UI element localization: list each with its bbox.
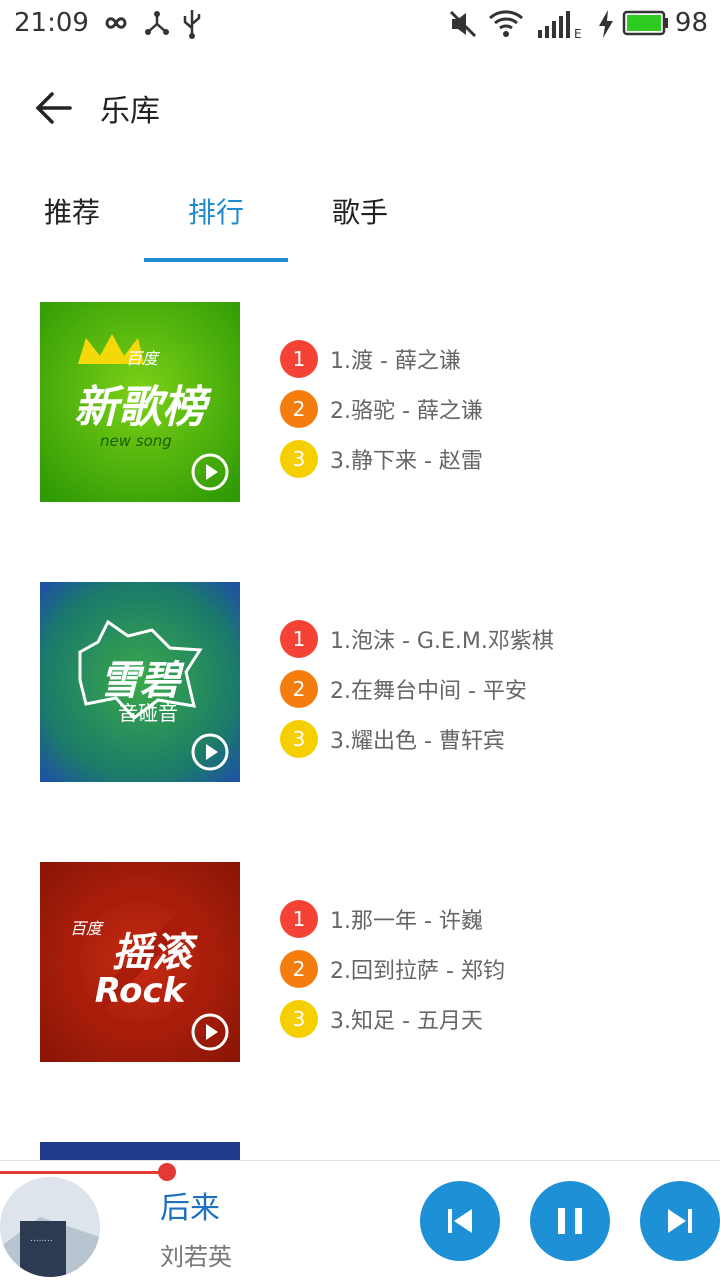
chart-item[interactable]: 百度 摇滚 Rock 1 1.那一年 - 许巍 2 2.回到拉萨 - 郑钧 3 … xyxy=(0,862,720,1062)
chart-item[interactable]: 雪碧 音碰音 1 1.泡沫 - G.E.M.邓紫棋 2 2.在舞台中间 - 平安… xyxy=(0,582,720,782)
pause-button[interactable] xyxy=(530,1181,610,1261)
song-row[interactable]: 3 3.耀出色 - 曹轩宾 xyxy=(280,714,700,764)
mini-player: ........ 后来 刘若英 xyxy=(0,1160,720,1281)
tab-indicator xyxy=(144,258,288,262)
rank-badge: 1 xyxy=(280,340,318,378)
next-button[interactable] xyxy=(640,1181,720,1261)
song-text: 1.渡 - 薛之谦 xyxy=(330,349,461,374)
tab-bar: 推荐 排行 歌手 xyxy=(0,182,720,262)
svg-text:........: ........ xyxy=(30,1234,53,1244)
song-list: 1 1.渡 - 薛之谦 2 2.骆驼 - 薛之谦 3 3.静下来 - 赵雷 xyxy=(280,334,700,484)
song-row[interactable]: 2 2.回到拉萨 - 郑钧 xyxy=(280,944,700,994)
cover-sub-text: new song xyxy=(100,432,172,450)
cover-brand-text: 百度 xyxy=(70,919,105,938)
new-song-cover[interactable]: 百度 新歌榜 new song xyxy=(40,302,240,502)
rank-badge: 1 xyxy=(280,620,318,658)
song-row[interactable]: 3 3.静下来 - 赵雷 xyxy=(280,434,700,484)
rank-badge: 2 xyxy=(280,670,318,708)
page-title: 乐库 xyxy=(100,94,160,129)
cover-sub-text: 音碰音 xyxy=(118,701,178,725)
song-row[interactable]: 1 1.那一年 - 许巍 xyxy=(280,894,700,944)
tab-recommend[interactable]: 推荐 xyxy=(0,182,144,262)
play-icon[interactable] xyxy=(190,452,230,492)
cover-title-text: 新歌榜 xyxy=(74,382,212,433)
chart-item[interactable]: 百度 新歌榜 new song 1 1.渡 - 薛之谦 2 2.骆驼 - 薛之谦… xyxy=(0,302,720,502)
mute-icon xyxy=(449,10,477,38)
song-row[interactable]: 2 2.在舞台中间 - 平安 xyxy=(280,664,700,714)
song-text: 2.骆驼 - 薛之谦 xyxy=(330,399,483,424)
play-icon[interactable] xyxy=(190,1012,230,1052)
cover-brand-text: 百度 xyxy=(126,349,161,368)
wifi-icon xyxy=(489,10,523,37)
song-text: 1.那一年 - 许巍 xyxy=(330,909,483,934)
battery-percent: 98 xyxy=(674,8,708,38)
previous-icon xyxy=(448,1209,472,1233)
pause-icon xyxy=(558,1208,582,1234)
battery-icon xyxy=(622,10,668,36)
progress-knob[interactable] xyxy=(158,1163,176,1181)
cover-title-text: 摇滚 xyxy=(112,930,198,976)
title-bar: 乐库 xyxy=(0,60,720,156)
previous-button[interactable] xyxy=(420,1181,500,1261)
cover-title-text: 雪碧 xyxy=(100,658,185,704)
rank-badge: 2 xyxy=(280,950,318,988)
cover-sub-text: Rock xyxy=(95,971,188,1011)
rank-badge: 3 xyxy=(280,720,318,758)
status-time: 21:09 xyxy=(14,8,89,38)
status-bar: 21:09 E 98 xyxy=(0,0,720,50)
network-share-icon xyxy=(145,11,169,35)
song-text: 3.静下来 - 赵雷 xyxy=(330,449,483,474)
rock-cover[interactable]: 百度 摇滚 Rock xyxy=(40,862,240,1062)
now-playing-artist: 刘若英 xyxy=(160,1243,232,1271)
song-list: 1 1.泡沫 - G.E.M.邓紫棋 2 2.在舞台中间 - 平安 3 3.耀出… xyxy=(280,614,700,764)
signal-icon: E xyxy=(538,11,582,40)
song-text: 1.泡沫 - G.E.M.邓紫棋 xyxy=(330,629,554,654)
svg-text:E: E xyxy=(574,27,582,40)
rank-badge: 2 xyxy=(280,390,318,428)
rank-badge: 3 xyxy=(280,440,318,478)
sprite-cover[interactable]: 雪碧 音碰音 xyxy=(40,582,240,782)
back-arrow-icon[interactable] xyxy=(30,84,78,132)
next-icon xyxy=(668,1209,692,1233)
song-text: 2.在舞台中间 - 平安 xyxy=(330,679,527,704)
song-text: 3.知足 - 五月天 xyxy=(330,1009,483,1034)
play-icon[interactable] xyxy=(190,732,230,772)
charging-icon xyxy=(599,10,613,38)
song-row[interactable]: 3 3.知足 - 五月天 xyxy=(280,994,700,1044)
album-art[interactable]: ........ xyxy=(0,1177,100,1277)
now-playing-title[interactable]: 后来 xyxy=(160,1183,220,1227)
song-row[interactable]: 2 2.骆驼 - 薛之谦 xyxy=(280,384,700,434)
usb-icon xyxy=(183,10,201,39)
rank-badge: 3 xyxy=(280,1000,318,1038)
infinity-icon xyxy=(105,17,127,29)
song-text: 3.耀出色 - 曹轩宾 xyxy=(330,729,505,754)
tab-ranking[interactable]: 排行 xyxy=(144,182,288,262)
song-text: 2.回到拉萨 - 郑钧 xyxy=(330,959,505,984)
tab-singers[interactable]: 歌手 xyxy=(288,182,432,262)
progress-bar[interactable] xyxy=(0,1171,168,1174)
rank-badge: 1 xyxy=(280,900,318,938)
song-row[interactable]: 1 1.渡 - 薛之谦 xyxy=(280,334,700,384)
partial-chart-cover[interactable] xyxy=(40,1142,240,1162)
song-row[interactable]: 1 1.泡沫 - G.E.M.邓紫棋 xyxy=(280,614,700,664)
song-list: 1 1.那一年 - 许巍 2 2.回到拉萨 - 郑钧 3 3.知足 - 五月天 xyxy=(280,894,700,1044)
